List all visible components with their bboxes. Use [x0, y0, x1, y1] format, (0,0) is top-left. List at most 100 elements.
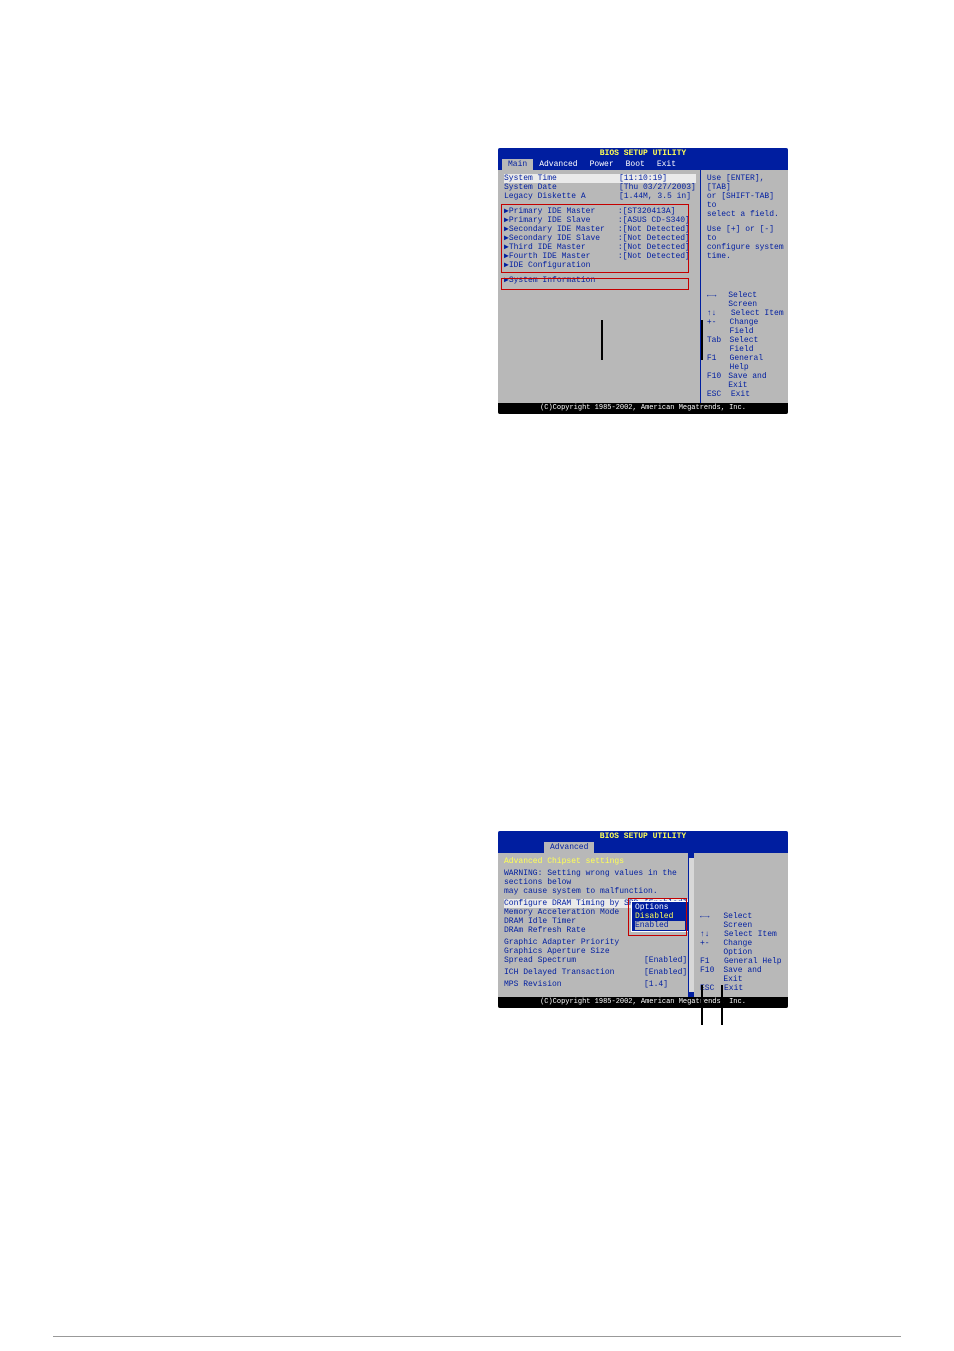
help-line: Use [ENTER], [TAB] — [707, 174, 784, 192]
label-system-time: System Time — [504, 174, 619, 183]
key-desc: Select Item — [724, 930, 777, 939]
options-popup-head: Options — [635, 903, 685, 912]
tab-power[interactable]: Power — [584, 159, 620, 170]
label-ga-priority: Graphic Adapter Priority — [504, 938, 644, 947]
key-name: ESC — [707, 390, 731, 399]
callout-line — [701, 985, 703, 1025]
label-sec-slave: Secondary IDE Slave — [509, 234, 618, 243]
label-system-info: System Information — [509, 276, 618, 285]
key-desc: Save and Exit — [728, 372, 784, 390]
key-name: +- — [700, 939, 723, 957]
row-ich-delay[interactable]: ICH Delayed Transaction[Enabled] — [504, 968, 689, 977]
help-line: configure system time. — [707, 243, 784, 261]
value-pri-slave: :[ASUS CD-S340] — [618, 216, 690, 225]
label-ga-aperture: Graphics Aperture Size — [504, 947, 644, 956]
label-mps-rev: MPS Revision — [504, 980, 644, 989]
key-name: F10 — [700, 966, 723, 984]
row-pri-master[interactable]: ▶ Primary IDE Master:[ST320413A] — [504, 207, 696, 216]
value-legacy-diskette-a: [1.44M, 3.5 in] — [619, 192, 691, 201]
key-hint: ←→Select Screen — [700, 912, 784, 930]
label-ide-config: IDE Configuration — [509, 261, 618, 270]
key-desc: Exit — [724, 984, 743, 993]
tab-main[interactable]: Main — [502, 159, 533, 170]
row-legacy-diskette-a[interactable]: Legacy Diskette A [1.44M, 3.5 in] — [504, 192, 696, 201]
page-footnote-rule — [53, 1336, 901, 1337]
row-ga-aperture[interactable]: Graphics Aperture Size — [504, 947, 689, 956]
label-third-master: Third IDE Master — [509, 243, 618, 252]
value-spread-spectrum: [Enabled] — [644, 956, 687, 965]
key-name: ←→ — [700, 912, 723, 930]
label-dram-refresh: DRAm Refresh Rate — [504, 926, 644, 935]
key-hint: +-Change Option — [700, 939, 784, 957]
options-popup[interactable]: Options Disabled Enabled — [631, 901, 689, 932]
key-desc: Select Item — [731, 309, 784, 318]
warning-line: may cause system to malfunction. — [504, 887, 689, 896]
key-hint: ESCExit — [700, 984, 784, 993]
tab-advanced[interactable]: Advanced — [533, 159, 583, 170]
row-spread-spectrum[interactable]: Spread Spectrum[Enabled] — [504, 956, 689, 965]
tab-boot[interactable]: Boot — [620, 159, 651, 170]
value-mps-rev: [1.4] — [644, 980, 668, 989]
label-spread-spectrum: Spread Spectrum — [504, 956, 644, 965]
option-enabled[interactable]: Enabled — [635, 921, 685, 930]
key-desc: Select Screen — [723, 912, 784, 930]
section-heading: Advanced Chipset settings — [504, 857, 689, 866]
tab-advanced[interactable]: Advanced — [544, 842, 594, 853]
bios-advanced-window: BIOS SETUP UTILITY Advanced Advanced Chi… — [498, 831, 788, 1008]
bios-left-pane: System Time [11:10:19] System Date [Thu … — [498, 170, 701, 403]
warning-line: WARNING: Setting wrong values in the sec… — [504, 869, 689, 887]
key-hint: ↑↓Select Item — [700, 930, 784, 939]
row-pri-slave[interactable]: ▶ Primary IDE Slave:[ASUS CD-S340] — [504, 216, 696, 225]
bios-title: BIOS SETUP UTILITY — [498, 148, 788, 159]
key-desc: Save and Exit — [723, 966, 784, 984]
row-ide-config[interactable]: ▶ IDE Configuration — [504, 261, 696, 270]
value-ich-delay: [Enabled] — [644, 968, 687, 977]
value-sec-master: :[Not Detected] — [618, 225, 690, 234]
bios-title: BIOS SETUP UTILITY — [498, 831, 788, 842]
key-name: ↑↓ — [700, 930, 724, 939]
row-system-date[interactable]: System Date [Thu 03/27/2003] — [504, 183, 696, 192]
row-mps-rev[interactable]: MPS Revision[1.4] — [504, 980, 689, 989]
row-fourth-master[interactable]: ▶ Fourth IDE Master:[Not Detected] — [504, 252, 696, 261]
help-line: select a field. — [707, 210, 784, 219]
value-pri-master: :[ST320413A] — [618, 207, 676, 216]
label-fourth-master: Fourth IDE Master — [509, 252, 618, 261]
row-sec-slave[interactable]: ▶ Secondary IDE Slave:[Not Detected] — [504, 234, 696, 243]
row-ga-priority[interactable]: Graphic Adapter Priority — [504, 938, 689, 947]
key-hint: F10Save and Exit — [707, 372, 784, 390]
row-system-time[interactable]: System Time [11:10:19] — [504, 174, 696, 183]
key-desc: Select Screen — [728, 291, 784, 309]
row-third-master[interactable]: ▶ Third IDE Master:[Not Detected] — [504, 243, 696, 252]
value-fourth-master: :[Not Detected] — [618, 252, 690, 261]
row-system-info[interactable]: ▶ System Information — [504, 276, 696, 285]
key-name: ↑↓ — [707, 309, 731, 318]
key-desc: Change Field — [730, 318, 784, 336]
label-legacy-diskette-a: Legacy Diskette A — [504, 192, 619, 201]
bios-footer: (C)Copyright 1985-2002, American Megatre… — [498, 403, 788, 414]
key-name: F1 — [700, 957, 724, 966]
key-hint: F1General Help — [700, 957, 784, 966]
label-sec-master: Secondary IDE Master — [509, 225, 618, 234]
key-hint: ↑↓Select Item — [707, 309, 784, 318]
key-desc: Change Option — [723, 939, 784, 957]
key-hint: +-Change Field — [707, 318, 784, 336]
key-desc: General Help — [730, 354, 784, 372]
key-name: Tab — [707, 336, 730, 354]
key-desc: Exit — [731, 390, 750, 399]
key-hint: F10Save and Exit — [700, 966, 784, 984]
bios-left-pane: Advanced Chipset settings WARNING: Setti… — [498, 853, 694, 997]
bios-help-pane: ←→Select Screen ↑↓Select Item +-Change O… — [694, 853, 788, 997]
value-sec-slave: :[Not Detected] — [618, 234, 690, 243]
tab-exit[interactable]: Exit — [651, 159, 682, 170]
key-name: F10 — [707, 372, 728, 390]
bios-help-pane: Use [ENTER], [TAB] or [SHIFT-TAB] to sel… — [701, 170, 788, 403]
row-sec-master[interactable]: ▶ Secondary IDE Master:[Not Detected] — [504, 225, 696, 234]
key-hint: ESCExit — [707, 390, 784, 399]
label-pri-slave: Primary IDE Slave — [509, 216, 618, 225]
bios-footer: (C)Copyright 1985-2002, American Megatre… — [498, 997, 788, 1008]
bios-tabs: Main Advanced Power Boot Exit — [498, 159, 788, 170]
help-line: or [SHIFT-TAB] to — [707, 192, 784, 210]
key-name: +- — [707, 318, 730, 336]
option-disabled[interactable]: Disabled — [635, 912, 685, 921]
help-line: Use [+] or [-] to — [707, 225, 784, 243]
